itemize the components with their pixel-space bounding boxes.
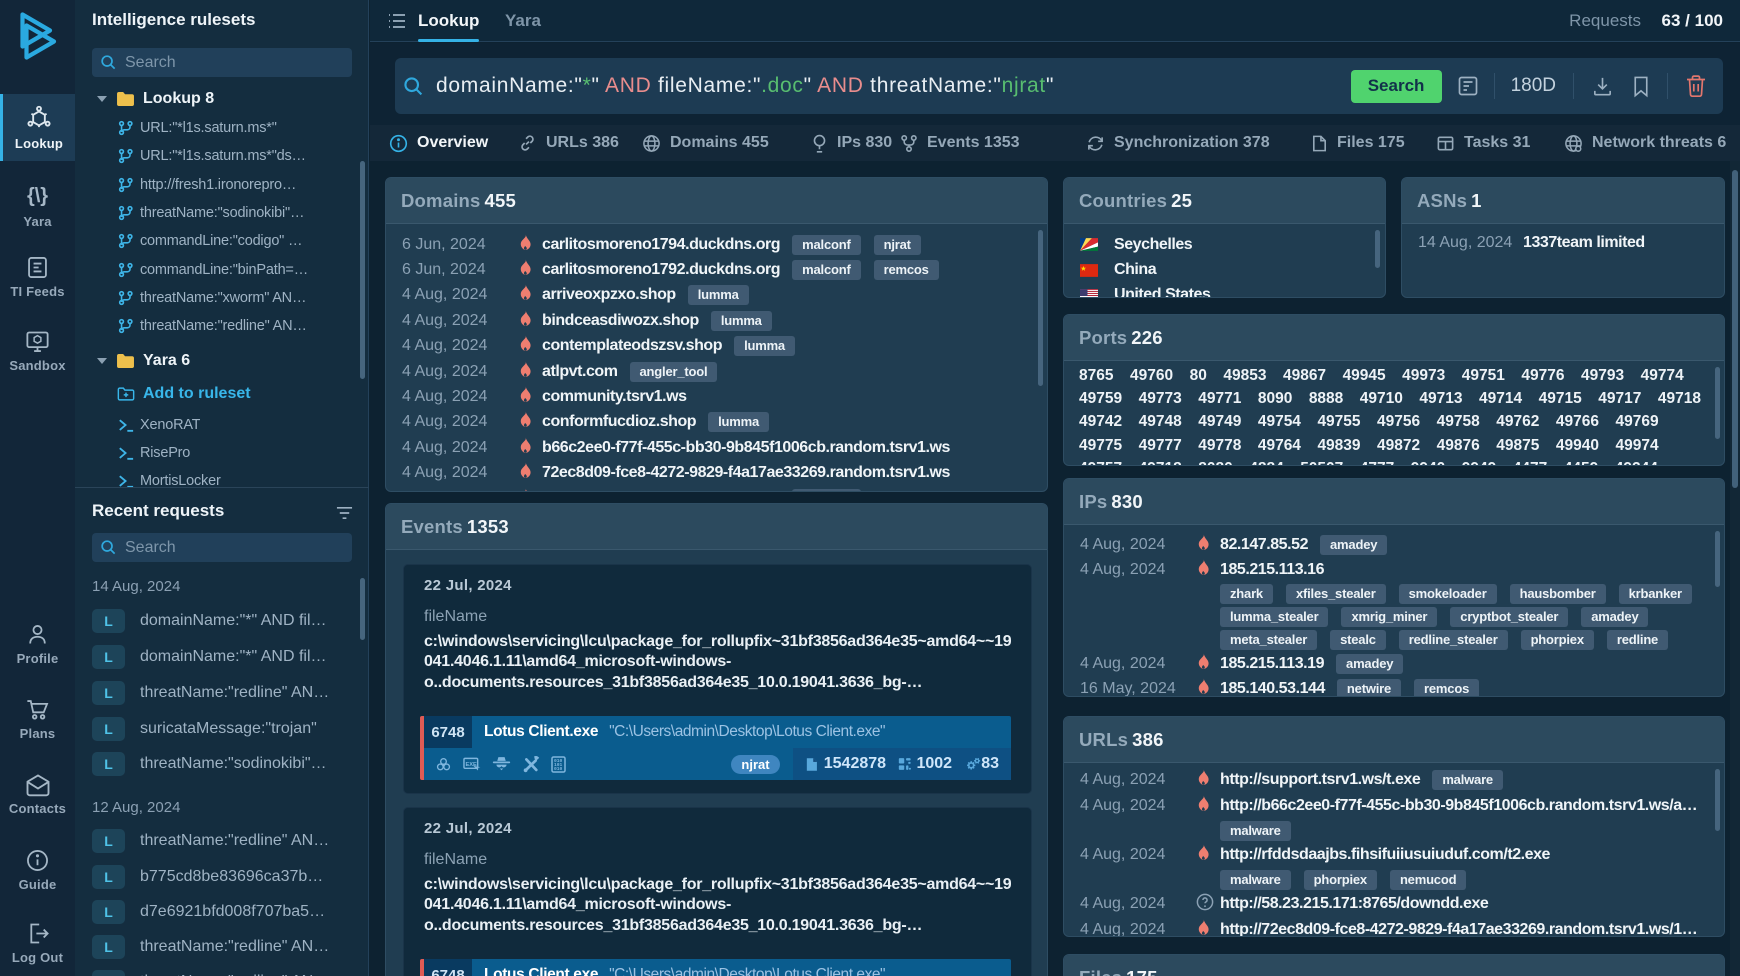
svg-text:010: 010 (554, 766, 563, 772)
